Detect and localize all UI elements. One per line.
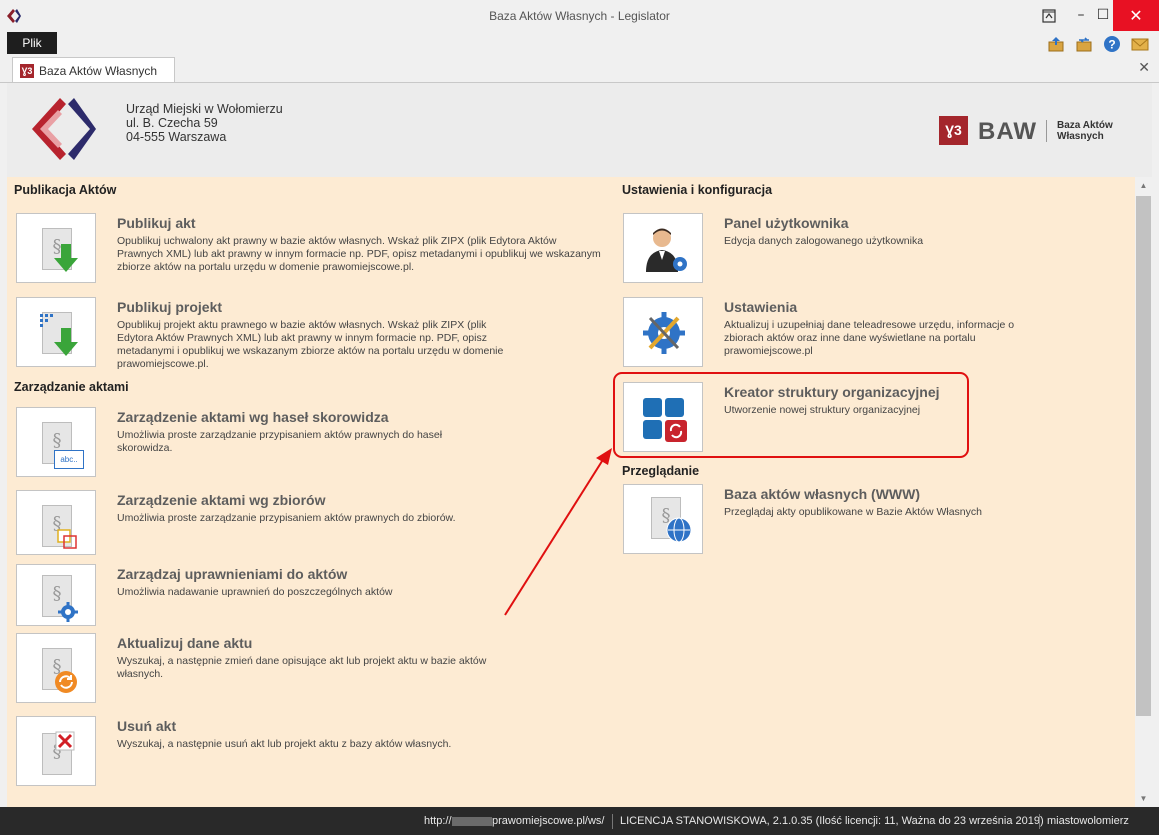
user-panel-desc: Edycja danych zalogowanego użytkownika: [724, 235, 924, 247]
tab-strip: Ɣ3 Baza Aktów Własnych: [0, 55, 1159, 83]
browse-www-desc: Przeglądaj akty opublikowane w Bazie Akt…: [724, 506, 982, 518]
scroll-down-icon[interactable]: ▼: [1135, 790, 1152, 807]
delete-x-icon: [55, 731, 75, 751]
settings-item[interactable]: Ustawienia Aktualizuj i uzupełniaj dane …: [623, 297, 1123, 369]
browse-www-title: Baza aktów własnych (WWW): [724, 486, 921, 502]
sync-icon[interactable]: [1075, 35, 1093, 53]
status-license: LICENCJA STANOWISKOWA, 2.1.0.35 (Ilość l…: [620, 815, 1044, 827]
manage-sets-tile[interactable]: §: [16, 490, 96, 555]
tab-close-icon[interactable]: ✕: [1138, 60, 1150, 76]
manage-permissions-title: Zarządzaj uprawnieniami do aktów: [117, 566, 348, 582]
tab-baza-aktow[interactable]: Ɣ3 Baza Aktów Własnych: [12, 57, 175, 82]
logo-divider: [1046, 120, 1047, 142]
scroll-thumb[interactable]: [1136, 196, 1151, 716]
status-url-prefix: http://: [424, 815, 452, 827]
section-publish: Publikacja Aktów: [14, 183, 117, 197]
manage-permissions-desc: Umożliwia nadawanie uprawnień do poszcze…: [117, 586, 393, 598]
publish-act-tile[interactable]: §: [16, 213, 96, 283]
user-gear-icon: [646, 228, 687, 272]
manage-permissions-item[interactable]: § Zarządzaj uprawnieniami do aktów Umożl…: [16, 564, 606, 626]
svg-text:?: ?: [1108, 38, 1115, 52]
address-line-1: Urząd Miejski w Wołomierzu: [126, 102, 283, 116]
publish-project-tile[interactable]: [16, 297, 96, 367]
vertical-scrollbar[interactable]: ▲ ▼: [1135, 177, 1152, 807]
status-user: miastowolomierz: [1047, 815, 1129, 827]
delete-act-title: Usuń akt: [117, 718, 177, 734]
manage-sets-title: Zarządzenie aktami wg zbiorów: [117, 492, 326, 508]
manage-permissions-tile[interactable]: §: [16, 564, 96, 626]
user-panel-tile[interactable]: [623, 213, 703, 283]
tools-icon: [643, 312, 685, 354]
title-bar: Baza Aktów Własnych - Legislator – ☐ ✕: [0, 0, 1159, 31]
browse-www-item[interactable]: § Baza aktów własnych (WWW) Przeglądaj a…: [623, 484, 1123, 556]
redacted-url-part: [452, 817, 492, 826]
legislator-logo: [32, 98, 96, 160]
status-bar: http:// prawomiejscowe.pl/ws/ LICENCJA S…: [0, 807, 1159, 835]
manage-index-title: Zarządzenie aktami wg haseł skorowidza: [117, 409, 389, 425]
highlight-frame: [613, 372, 969, 458]
address-line-3: 04-555 Warszawa: [126, 130, 227, 144]
mail-icon[interactable]: [1131, 35, 1149, 53]
update-act-item[interactable]: § Aktualizuj dane aktu Wyszukaj, a nastę…: [16, 633, 606, 705]
section-browse: Przeglądanie: [622, 464, 700, 478]
section-manage: Zarządzanie aktami: [14, 380, 129, 394]
delete-act-item[interactable]: § Usuń akt Wyszukaj, a następnie usuń ak…: [16, 716, 606, 788]
refresh-icon: [55, 671, 77, 693]
file-menu[interactable]: Plik: [7, 32, 57, 54]
window-title: Baza Aktów Własnych - Legislator: [489, 9, 670, 23]
publish-act-item[interactable]: § Publikuj akt Opublikuj uchwalony akt p…: [16, 213, 606, 285]
gear-icon: [58, 602, 78, 622]
baw-logo-subtitle: Baza Aktów Własnych: [1057, 120, 1127, 142]
help-icon[interactable]: ?: [1103, 35, 1121, 53]
status-url: prawomiejscowe.pl/ws/: [492, 815, 605, 827]
section-settings: Ustawienia i konfiguracja: [622, 183, 773, 197]
publish-act-title: Publikuj akt: [117, 215, 196, 231]
publish-project-desc: Opublikuj projekt aktu prawnego w bazie …: [117, 319, 504, 370]
restore-down-icon[interactable]: [1034, 0, 1064, 31]
manage-sets-item[interactable]: § Zarządzenie aktami wg zbiorów Umożliwi…: [16, 490, 606, 555]
download-arrow-icon: [54, 328, 78, 356]
user-panel-item[interactable]: Panel użytkownika Edycja danych zalogowa…: [623, 213, 1123, 285]
header-panel: Urząd Miejski w Wołomierzu ul. B. Czecha…: [7, 83, 1152, 177]
office-address: Urząd Miejski w Wołomierzu ul. B. Czecha…: [126, 102, 283, 144]
settings-tile[interactable]: [623, 297, 703, 367]
export-icon[interactable]: [1047, 35, 1065, 53]
settings-title: Ustawienia: [724, 299, 798, 315]
update-act-title: Aktualizuj dane aktu: [117, 635, 253, 651]
status-divider: [1039, 814, 1040, 829]
logo-sub-2: Własnych: [1057, 131, 1104, 142]
main-content: Publikacja Aktów Ustawienia i konfigurac…: [7, 177, 1135, 807]
settings-desc: Aktualizuj i uzupełniaj dane teleadresow…: [724, 319, 1015, 357]
baw-logo-name: BAW: [978, 118, 1037, 145]
delete-act-desc: Wyszukaj, a następnie usuń akt lub proje…: [117, 738, 452, 750]
close-button[interactable]: ✕: [1113, 0, 1159, 31]
logo-sub-1: Baza Aktów: [1057, 120, 1113, 131]
status-divider: [612, 814, 613, 829]
publish-project-item[interactable]: Publikuj projekt Opublikuj projekt aktu …: [16, 297, 606, 370]
user-panel-title: Panel użytkownika: [724, 215, 849, 231]
manage-index-tile[interactable]: § abc..: [16, 407, 96, 477]
baw-logo-mark: Ɣ3: [939, 116, 968, 145]
manage-sets-desc: Umożliwia proste zarządzanie przypisanie…: [117, 512, 456, 524]
update-act-tile[interactable]: §: [16, 633, 96, 703]
tab-label: Baza Aktów Własnych: [39, 64, 158, 78]
abc-tag-icon: abc..: [54, 450, 84, 469]
delete-act-tile[interactable]: §: [16, 716, 96, 786]
baw-tab-icon: Ɣ3: [20, 64, 34, 78]
address-line-2: ul. B. Czecha 59: [126, 116, 218, 130]
menu-bar: Plik: [0, 31, 1159, 55]
browse-www-tile[interactable]: §: [623, 484, 703, 554]
publish-project-title: Publikuj projekt: [117, 299, 223, 315]
update-act-desc: Wyszukaj, a następnie zmień dane opisują…: [117, 655, 487, 680]
manage-index-item[interactable]: § abc.. Zarządzenie aktami wg haseł skor…: [16, 407, 606, 479]
download-arrow-icon: [54, 244, 78, 272]
publish-act-desc: Opublikuj uchwalony akt prawny w bazie a…: [117, 235, 601, 273]
manage-index-desc: Umożliwia proste zarządzanie przypisanie…: [117, 429, 443, 454]
scroll-up-icon[interactable]: ▲: [1135, 177, 1152, 194]
sets-icon: [57, 529, 77, 549]
globe-icon: [666, 517, 692, 543]
